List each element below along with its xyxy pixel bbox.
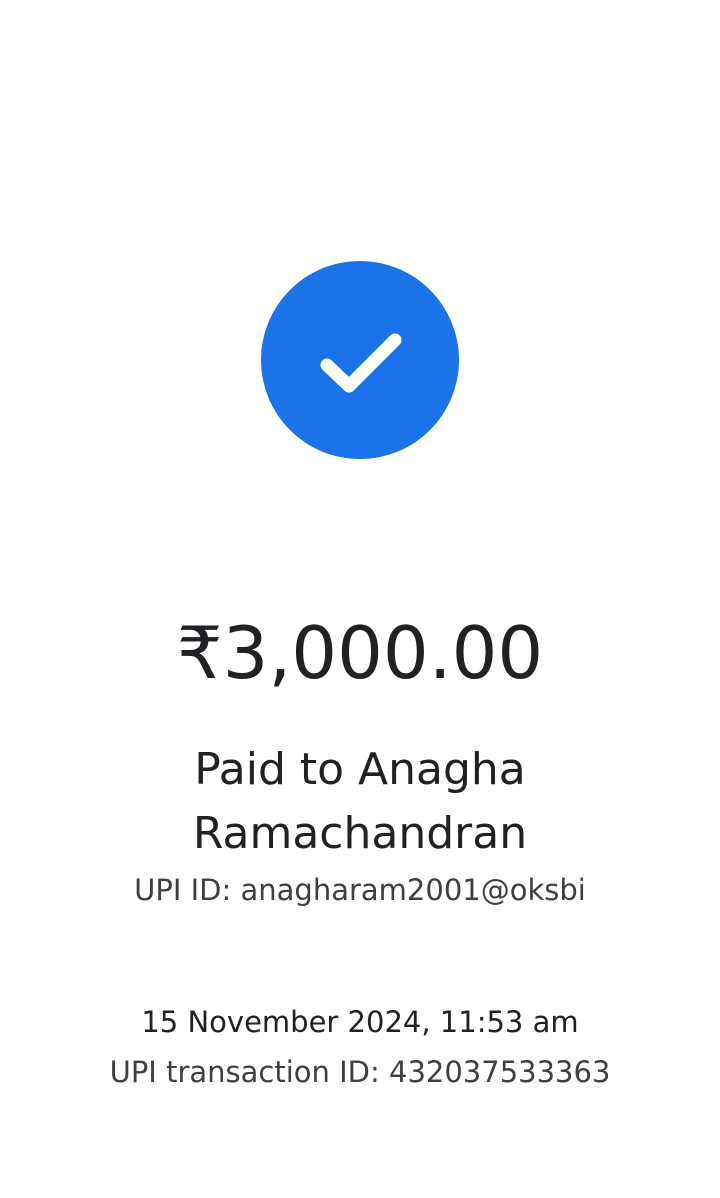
payment-amount: ₹3,000.00 [176, 611, 544, 695]
success-status-circle [261, 261, 459, 459]
payment-success-screen: ₹3,000.00 Paid to Anagha Ramachandran UP… [0, 0, 720, 1198]
payment-timestamp: 15 November 2024, 11:53 am [141, 1005, 579, 1039]
payee-name: Paid to Anagha Ramachandran [192, 744, 528, 859]
upi-transaction-id: UPI transaction ID: 432037533363 [109, 1055, 611, 1089]
checkmark-icon [320, 333, 402, 393]
payee-upi-id: UPI ID: anagharam2001@oksbi [134, 873, 586, 907]
